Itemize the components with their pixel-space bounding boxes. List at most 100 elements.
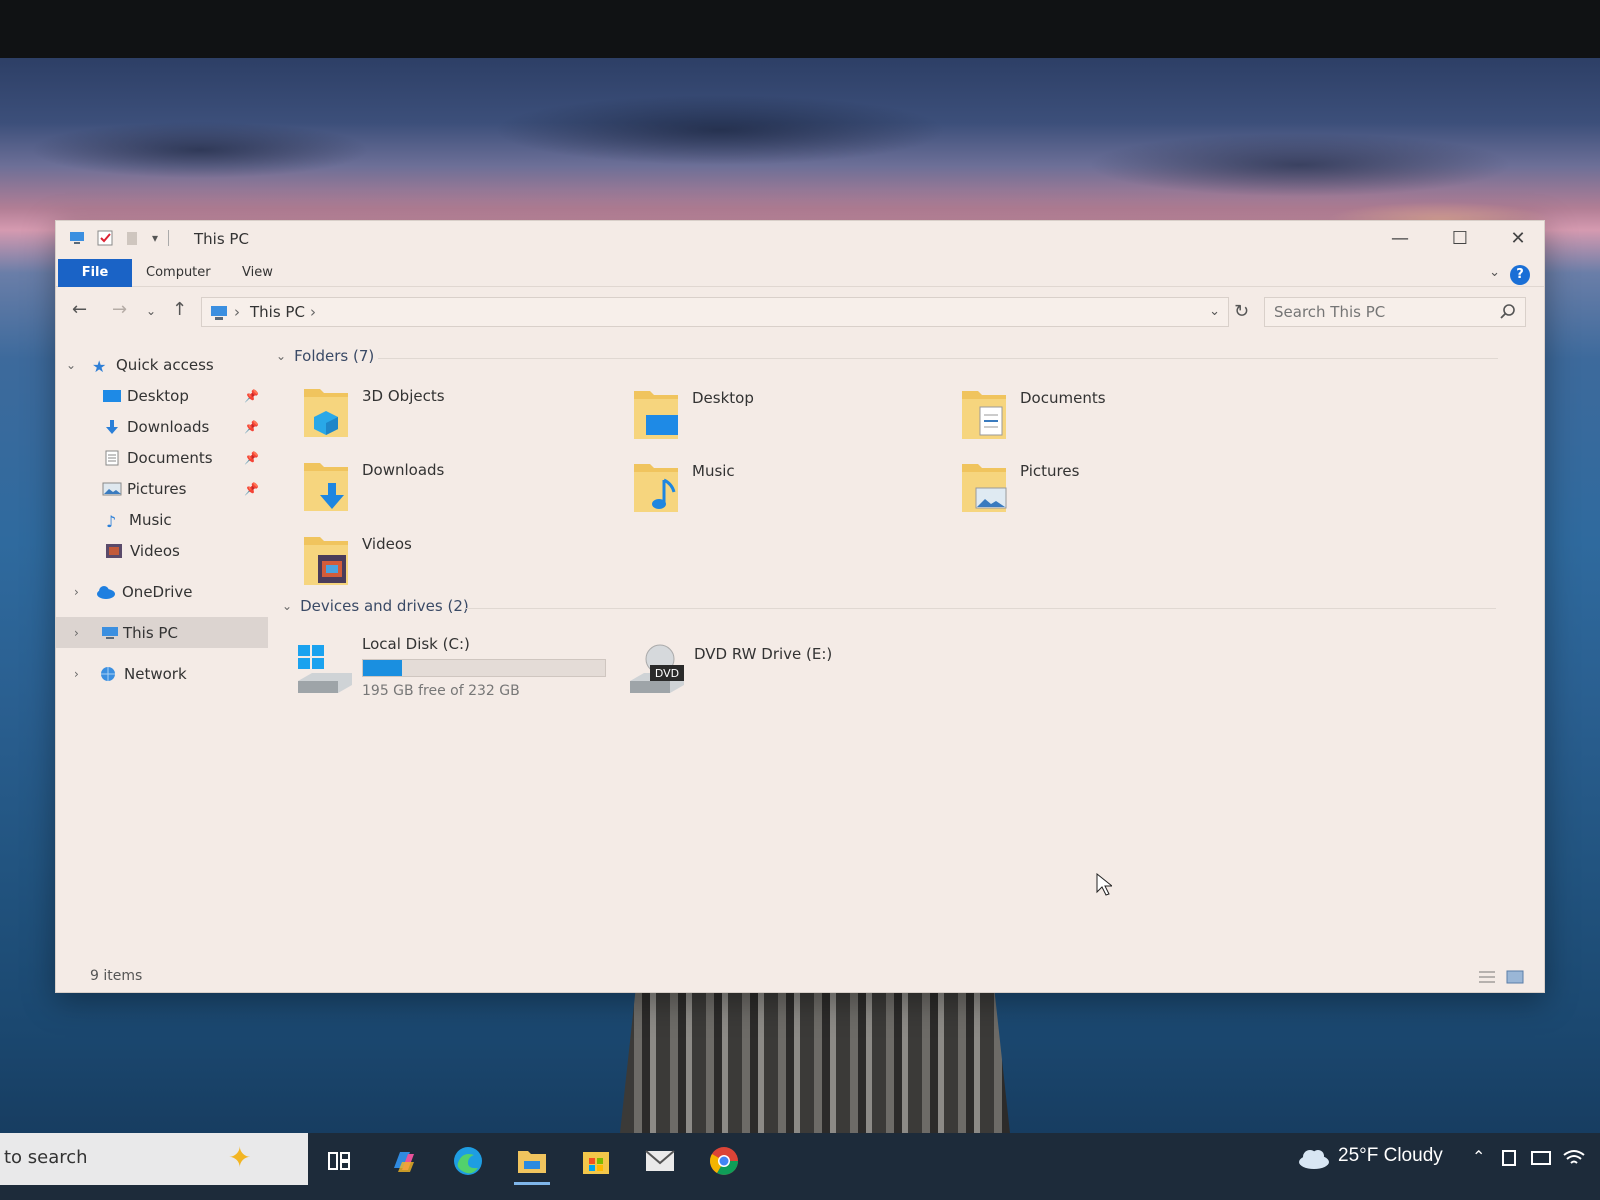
pin-icon[interactable]: 📌 — [244, 451, 259, 465]
refresh-icon[interactable]: ↻ — [1234, 301, 1249, 322]
sidebar-item-this-pc[interactable]: › This PC — [56, 617, 268, 648]
customize-qat-icon[interactable]: ▾ — [152, 231, 158, 245]
address-dropdown-icon[interactable]: ⌄ — [1209, 304, 1220, 319]
sidebar-item-label: Videos — [130, 541, 180, 560]
documents-icon — [962, 391, 1006, 439]
search-icon[interactable] — [1499, 303, 1517, 321]
help-icon[interactable]: ? — [1510, 265, 1530, 285]
edge-icon[interactable] — [450, 1143, 486, 1179]
sidebar-item-documents[interactable]: Documents 📌 — [56, 442, 268, 473]
wallpaper-clouds — [0, 70, 1600, 230]
chevron-right-icon[interactable]: › — [74, 626, 79, 640]
pictures-icon — [962, 464, 1007, 512]
tab-computer[interactable]: Computer — [146, 259, 211, 287]
breadcrumb-this-pc[interactable]: This PC — [250, 303, 305, 321]
details-view-icon[interactable] — [1478, 970, 1496, 984]
cloud-weather-icon[interactable] — [1296, 1147, 1330, 1169]
music-icon — [634, 464, 678, 512]
device-icon[interactable] — [1500, 1149, 1520, 1167]
folder-tile-3d-objects[interactable]: 3D Objects — [302, 383, 622, 453]
folder-tile-videos[interactable]: Videos — [302, 531, 622, 601]
file-explorer-icon[interactable] — [514, 1143, 550, 1185]
keyboard-icon[interactable] — [1530, 1149, 1552, 1167]
folder-tile-documents[interactable]: Documents — [960, 385, 1280, 455]
chevron-down-icon[interactable]: ⌄ — [66, 358, 76, 372]
maximize-button[interactable]: ☐ — [1440, 227, 1480, 251]
drive-tile-dvd-rw-e[interactable]: DVD DVD RW Drive (E:) — [628, 635, 888, 705]
chrome-icon[interactable] — [706, 1143, 742, 1179]
sidebar-item-pictures[interactable]: Pictures 📌 — [56, 473, 268, 504]
sidebar-item-desktop[interactable]: Desktop 📌 — [56, 380, 268, 411]
documents-icon — [105, 450, 119, 465]
folder-label: Music — [692, 462, 735, 480]
pin-icon[interactable]: 📌 — [244, 482, 259, 496]
title-bar: ▾ This PC — ☐ ✕ — [56, 221, 1544, 257]
recent-locations-icon[interactable]: ⌄ — [146, 304, 156, 318]
task-view-icon[interactable] — [322, 1143, 358, 1179]
copilot-icon[interactable] — [386, 1143, 422, 1179]
drive-label: DVD RW Drive (E:) — [694, 645, 833, 663]
search-box[interactable] — [1264, 297, 1526, 327]
downloads-icon — [304, 463, 348, 511]
sidebar-item-network[interactable]: › Network — [56, 658, 268, 689]
onedrive-cloud-icon — [97, 585, 115, 599]
this-pc-icon — [211, 306, 227, 320]
local-disk-icon — [298, 645, 352, 693]
back-arrow-icon[interactable]: ← — [72, 299, 87, 320]
pin-icon[interactable]: 📌 — [244, 420, 259, 434]
view-toggle-group — [1478, 970, 1524, 984]
taskbar-search-box[interactable]: to search ✦ — [0, 1133, 308, 1185]
large-icons-view-icon[interactable] — [1506, 970, 1524, 984]
microsoft-store-icon[interactable] — [578, 1143, 614, 1179]
properties-icon[interactable] — [96, 229, 114, 247]
breadcrumb-separator-icon[interactable]: › — [310, 303, 316, 321]
chevron-down-icon[interactable]: ⌄ — [282, 599, 292, 613]
close-button[interactable]: ✕ — [1498, 227, 1538, 251]
chevron-right-icon[interactable]: › — [74, 667, 79, 681]
sidebar-item-label: Quick access — [116, 355, 214, 374]
folder-label: Desktop — [692, 389, 754, 407]
up-arrow-icon[interactable]: ↑ — [172, 299, 187, 320]
chevron-right-icon[interactable]: › — [74, 585, 79, 599]
devices-group-header[interactable]: ⌄ Devices and drives (2) — [282, 597, 469, 615]
show-hidden-icons-icon[interactable]: ⌃ — [1472, 1147, 1485, 1167]
disk-usage-bar — [362, 659, 606, 677]
group-header-label: Devices and drives (2) — [300, 597, 469, 615]
pin-icon[interactable]: 📌 — [244, 389, 259, 403]
sidebar-item-music[interactable]: ♪ Music — [56, 504, 268, 535]
3d-objects-icon — [304, 389, 348, 437]
sidebar-item-quick-access[interactable]: ⌄ ★ Quick access — [56, 349, 268, 380]
tab-view[interactable]: View — [242, 259, 273, 287]
sidebar-item-label: Desktop — [127, 386, 189, 405]
sidebar-item-videos[interactable]: Videos — [56, 535, 268, 566]
sidebar-item-downloads[interactable]: Downloads 📌 — [56, 411, 268, 442]
mail-icon[interactable] — [642, 1143, 678, 1179]
sidebar-item-label: This PC — [123, 623, 178, 642]
weather-text[interactable]: 25°F Cloudy — [1338, 1145, 1443, 1167]
chevron-down-icon[interactable]: ⌄ — [276, 349, 286, 363]
navigation-pane: ⌄ ★ Quick access Desktop 📌 Downloads 📌 D… — [56, 349, 268, 689]
minimize-button[interactable]: — — [1380, 227, 1420, 251]
sidebar-item-onedrive[interactable]: › OneDrive — [56, 576, 268, 607]
taskbar: to search ✦ 25°F Cloudy ⌃ — [0, 1133, 1600, 1200]
folders-group-header[interactable]: ⌄ Folders (7) — [276, 347, 374, 365]
folder-tile-downloads[interactable]: Downloads — [302, 457, 622, 527]
new-folder-icon[interactable] — [124, 229, 142, 247]
forward-arrow-icon[interactable]: → — [112, 299, 127, 320]
tab-file[interactable]: File — [58, 259, 132, 287]
wifi-icon[interactable] — [1562, 1147, 1586, 1169]
disk-usage-fill — [363, 660, 402, 676]
screen-bezel — [0, 0, 1600, 58]
breadcrumb-separator-icon[interactable]: › — [234, 303, 240, 321]
expand-ribbon-icon[interactable]: ⌄ — [1489, 265, 1500, 280]
folder-tile-music[interactable]: Music — [632, 458, 952, 528]
folder-tile-pictures[interactable]: Pictures — [960, 458, 1280, 528]
address-bar[interactable]: › This PC › ⌄ — [201, 297, 1229, 327]
folder-tile-desktop[interactable]: Desktop — [632, 385, 952, 455]
status-item-count: 9 items — [90, 968, 143, 984]
drive-tile-local-disk-c[interactable]: Local Disk (C:) 195 GB free of 232 GB — [296, 635, 626, 705]
search-input[interactable] — [1274, 303, 1494, 321]
folder-label: Pictures — [1020, 462, 1080, 480]
